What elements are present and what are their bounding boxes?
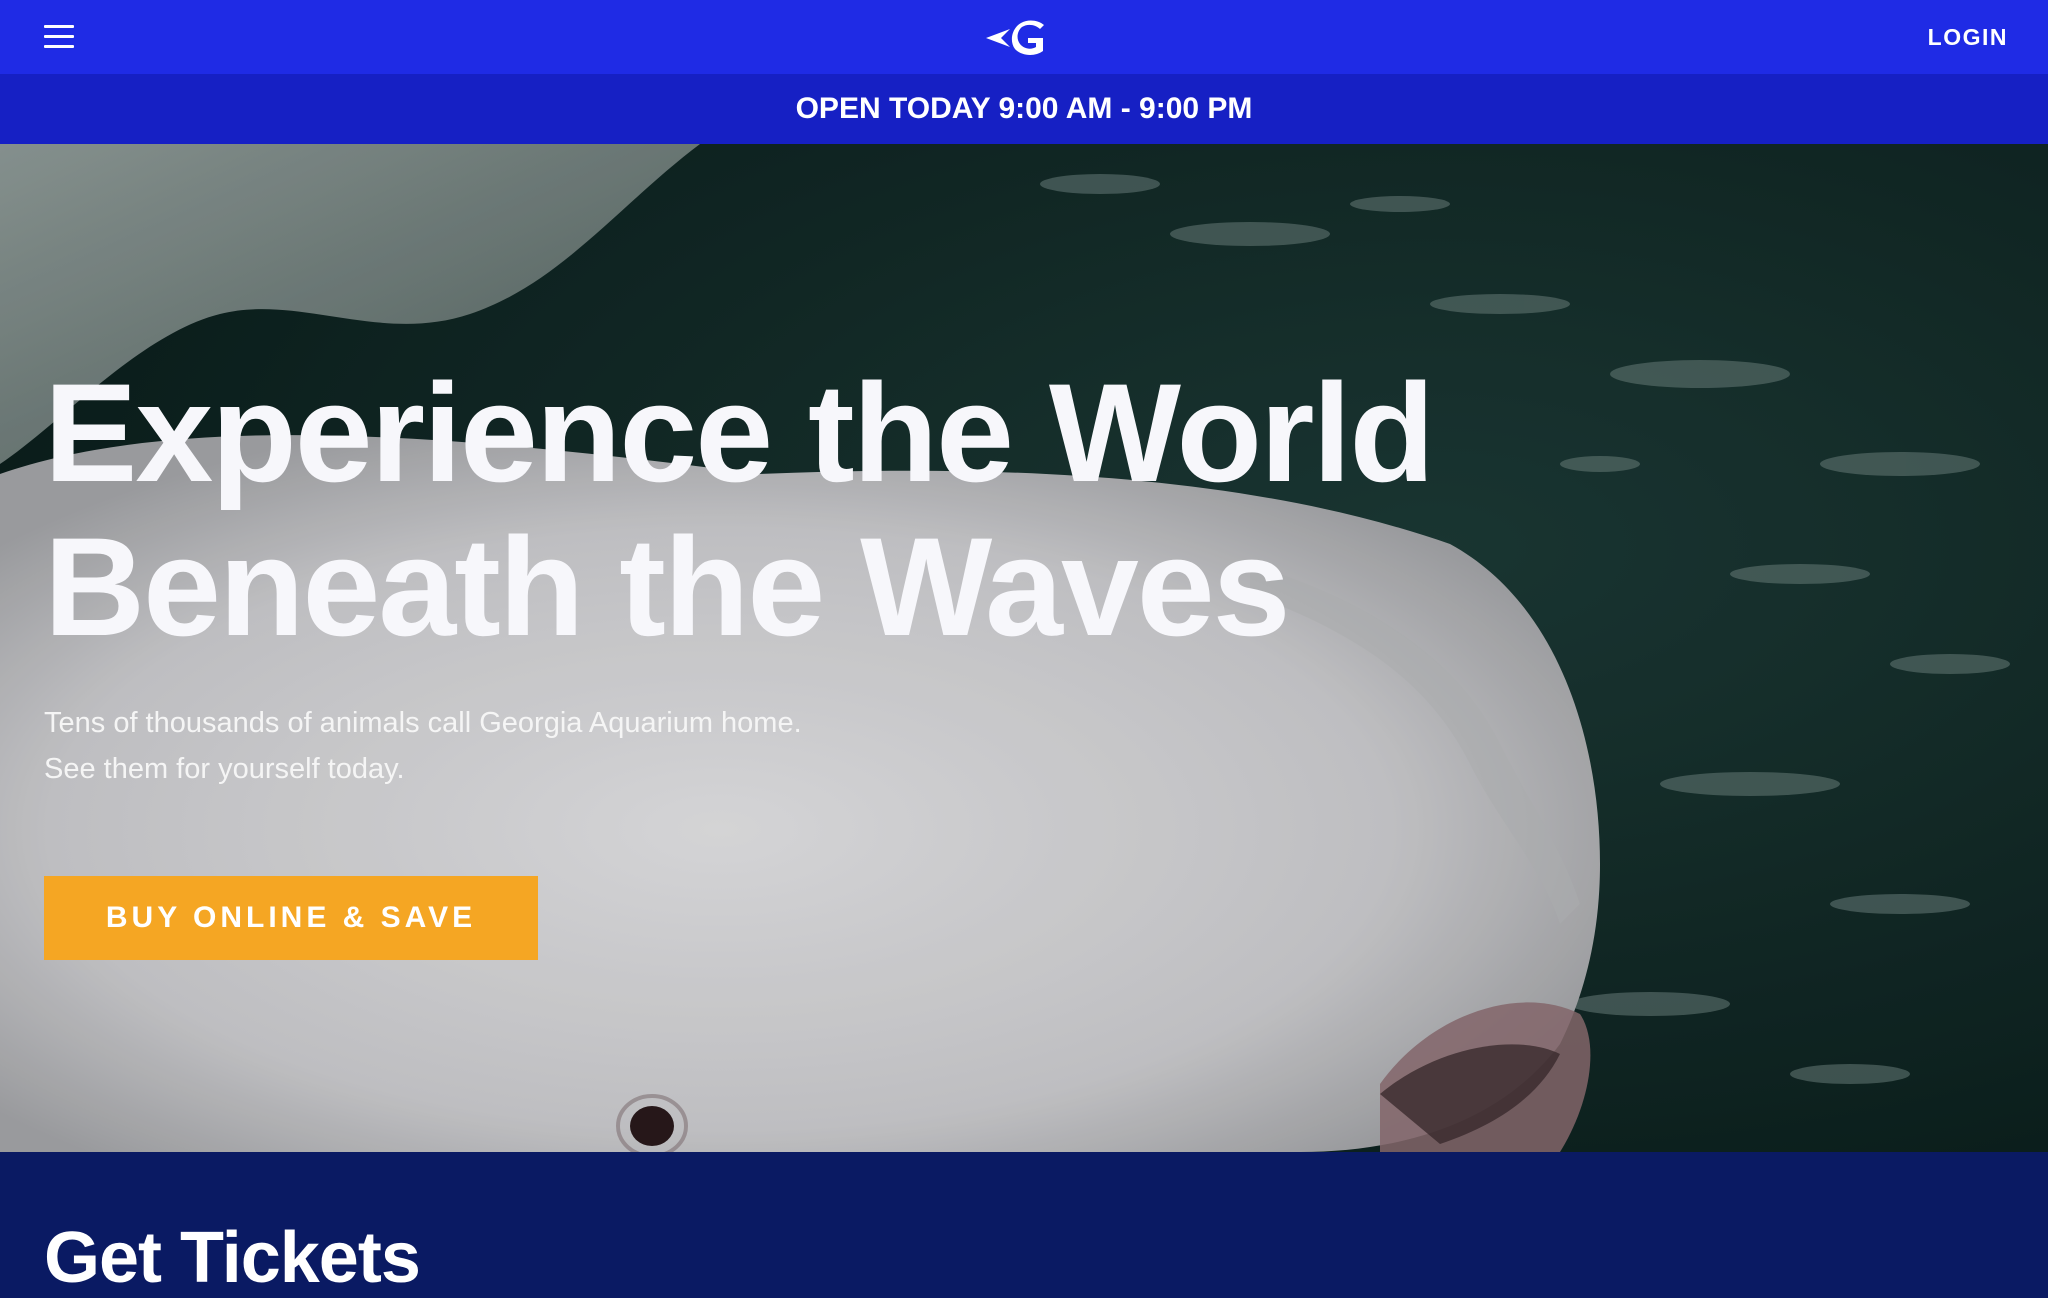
menu-bar-line bbox=[44, 45, 74, 48]
hamburger-menu-icon[interactable] bbox=[44, 24, 74, 48]
top-nav-bar: LOGIN bbox=[0, 0, 2048, 74]
login-link[interactable]: LOGIN bbox=[1928, 0, 2008, 74]
hero-section: Experience the World Beneath the Waves T… bbox=[0, 144, 2048, 1152]
hours-banner: OPEN TODAY 9:00 AM - 9:00 PM bbox=[0, 74, 2048, 144]
menu-bar-line bbox=[44, 25, 74, 28]
hero-title: Experience the World Beneath the Waves bbox=[44, 356, 1544, 664]
hero-title-line: Experience the World bbox=[44, 354, 1435, 511]
hero-subtitle-line: See them for yourself today. bbox=[44, 753, 405, 785]
georgia-aquarium-logo-icon[interactable] bbox=[984, 16, 1064, 58]
hero-title-line: Beneath the Waves bbox=[44, 508, 1291, 665]
hero-subtitle-line: Tens of thousands of animals call Georgi… bbox=[44, 707, 802, 739]
get-tickets-heading: Get Tickets bbox=[44, 1218, 421, 1298]
buy-online-button[interactable]: BUY ONLINE & SAVE bbox=[44, 876, 538, 960]
get-tickets-section: Get Tickets bbox=[0, 1152, 2048, 1298]
hero-subtitle: Tens of thousands of animals call Georgi… bbox=[44, 700, 1044, 792]
menu-bar-line bbox=[44, 35, 74, 38]
